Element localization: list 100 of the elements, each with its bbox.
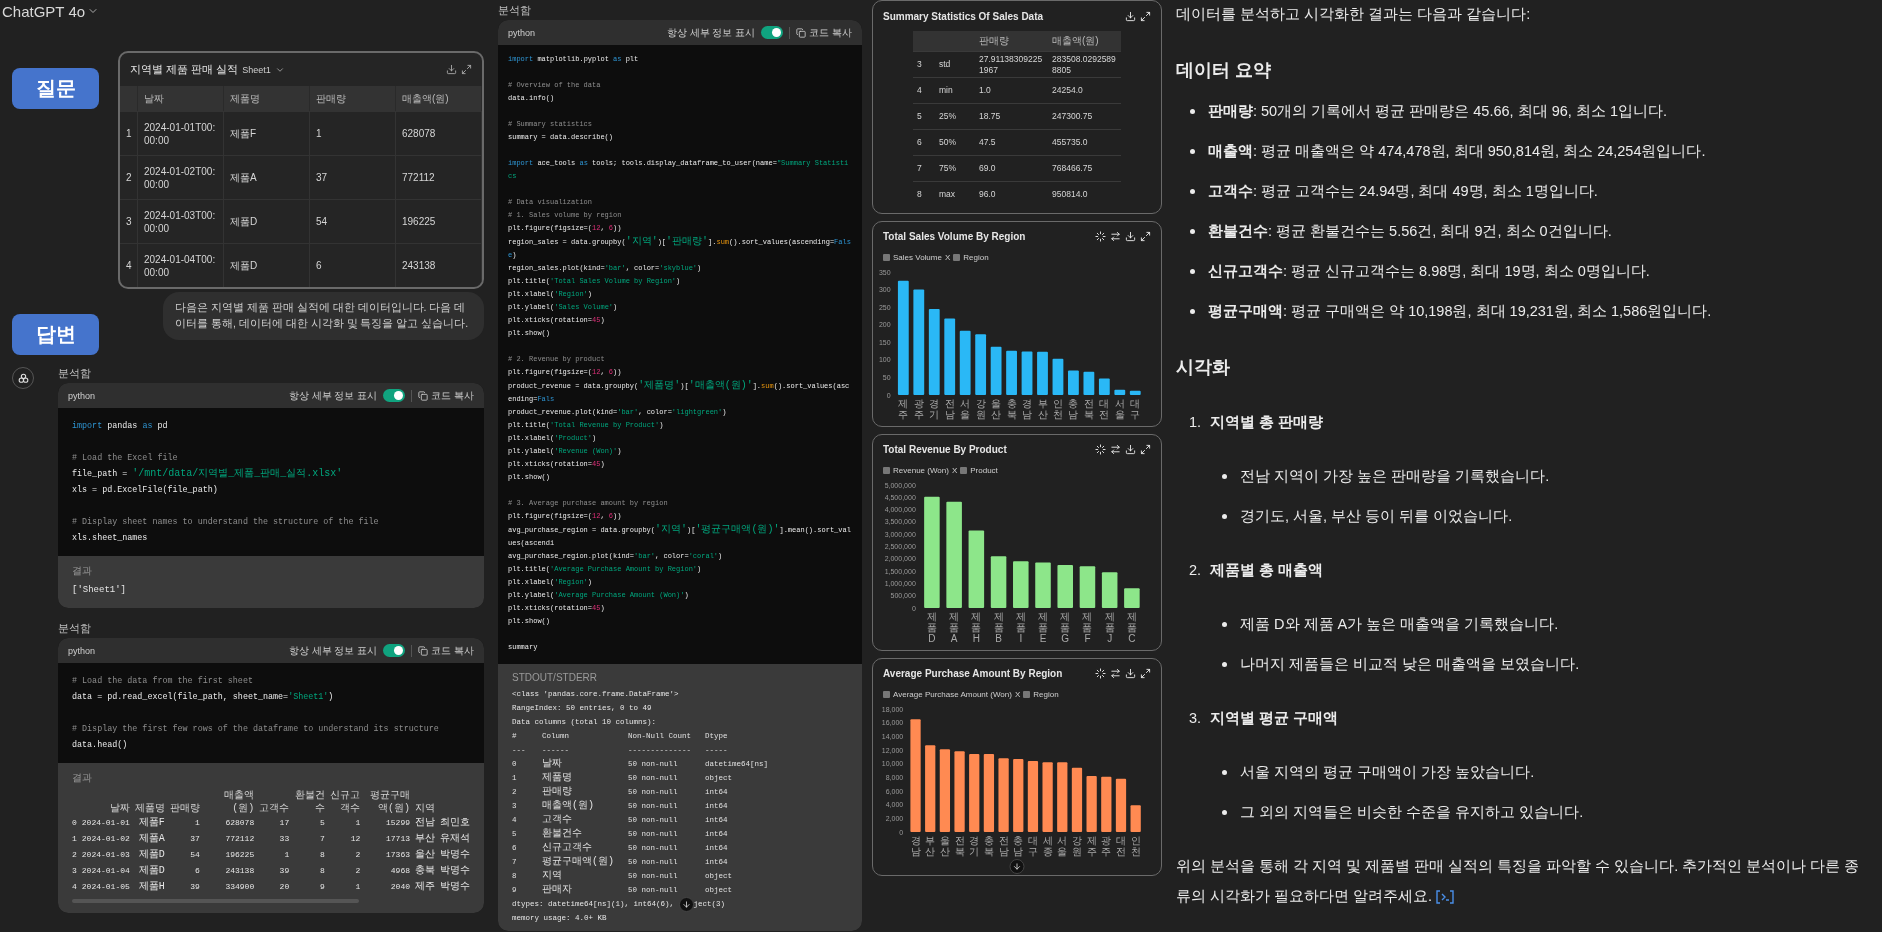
table-cell-text: 7 bbox=[319, 833, 325, 845]
axis-label: 세종 bbox=[1042, 835, 1053, 857]
column-header: 고객수 bbox=[259, 802, 290, 815]
copy-code-button[interactable]: 코드 복사 bbox=[418, 388, 474, 403]
expand-icon[interactable] bbox=[461, 64, 472, 75]
expand-icon[interactable] bbox=[1140, 667, 1151, 679]
swap-icon[interactable] bbox=[1110, 443, 1121, 455]
table-cell-text: 334900 bbox=[224, 881, 255, 893]
swap-icon[interactable] bbox=[1110, 230, 1121, 242]
table-cell: 제품D bbox=[224, 243, 310, 287]
table-cell: 1 bbox=[310, 111, 396, 155]
scroll-down-button[interactable] bbox=[678, 896, 694, 912]
axis-label: 경남 bbox=[910, 835, 921, 857]
column-header: 매출액(원) bbox=[223, 789, 255, 815]
table-cell-text: 2024-01-05 bbox=[81, 881, 130, 893]
output-text: 고객수 bbox=[542, 813, 573, 827]
axis-label: 전남 bbox=[998, 835, 1009, 857]
copy-icon bbox=[418, 645, 429, 656]
bar bbox=[1124, 588, 1140, 608]
code-line: # Load the data from the first sheet bbox=[72, 675, 254, 688]
loader-icon[interactable] bbox=[1095, 230, 1106, 242]
table-cell-text: 5 bbox=[319, 817, 325, 829]
bullet-icon bbox=[1222, 809, 1227, 815]
model-selector[interactable]: ChatGPT 4o bbox=[2, 2, 86, 20]
table-cell-text: 1 bbox=[354, 881, 361, 893]
download-icon[interactable] bbox=[1125, 10, 1136, 22]
bar bbox=[1057, 762, 1068, 832]
axis-label: 전남 bbox=[944, 398, 955, 420]
table-cell: min bbox=[935, 77, 975, 103]
swap-icon[interactable] bbox=[1110, 667, 1121, 679]
language-label: python bbox=[68, 645, 96, 656]
axis-label: 인천 bbox=[1130, 835, 1141, 857]
table-cell-text: 8 bbox=[319, 865, 325, 877]
axis-label: 경기 bbox=[929, 398, 940, 420]
expand-icon[interactable] bbox=[1140, 230, 1151, 242]
download-icon[interactable] bbox=[1125, 667, 1136, 679]
status-label: 분석함 bbox=[58, 365, 92, 381]
output-text: 매출액(원) bbox=[542, 799, 595, 813]
list-number: 3. bbox=[1189, 710, 1202, 726]
table-cell-text: 유재석 bbox=[440, 832, 470, 846]
axis-label: 제품H bbox=[971, 611, 982, 644]
axis-label: 울산 bbox=[939, 835, 950, 857]
axis-label: 경남 bbox=[1022, 398, 1033, 420]
table-cell-text: 2024-01-04 bbox=[81, 865, 130, 877]
column-header: 제품명 bbox=[134, 802, 165, 815]
table-cell-text: 3 bbox=[72, 865, 77, 877]
axis-label: 충북 bbox=[983, 835, 994, 857]
table-cell-text: 2 bbox=[354, 849, 361, 861]
table-cell-text: 제품H bbox=[137, 880, 165, 894]
expand-icon[interactable] bbox=[1140, 10, 1151, 22]
expand-icon[interactable] bbox=[1140, 443, 1151, 455]
code-line: # Load the Excel file bbox=[72, 452, 179, 465]
row-number: 6 bbox=[913, 129, 935, 155]
table-cell-text: 196225 bbox=[224, 849, 255, 861]
bar bbox=[1130, 805, 1141, 832]
axis-label: 제품B bbox=[993, 611, 1004, 644]
output-text: 신규고객수 bbox=[542, 841, 593, 855]
bullet-text: 매출액: 평균 매출액은 약 474,478원, 최대 950,814원, 최소 24,254원입니다. bbox=[1208, 141, 1706, 161]
column-header: 판매량 bbox=[169, 802, 200, 815]
code-line: import pandas as pd bbox=[72, 420, 169, 433]
chart-title: Total Revenue By Product bbox=[883, 443, 1007, 455]
download-icon[interactable] bbox=[446, 64, 457, 75]
axis-label: 부산 bbox=[925, 835, 936, 857]
scroll-down-button[interactable] bbox=[1009, 859, 1025, 874]
details-toggle[interactable] bbox=[761, 26, 784, 39]
axis-label: 대구 bbox=[1130, 398, 1141, 420]
axis-label: 대구 bbox=[1027, 835, 1038, 857]
column-header: 평균구매액(원) bbox=[369, 789, 410, 815]
table-cell: 6 bbox=[310, 243, 396, 287]
copy-code-button[interactable]: 코드 복사 bbox=[796, 25, 852, 40]
bullet-text: 고객수: 평균 고객수는 24.94명, 최대 49명, 최소 1명입니다. bbox=[1208, 181, 1598, 201]
table-cell-text: 243138 bbox=[224, 865, 255, 877]
download-icon[interactable] bbox=[1125, 230, 1136, 242]
citation-icon[interactable] bbox=[1436, 890, 1455, 905]
list-number: 1. bbox=[1189, 414, 1202, 430]
table-cell: 24254.0 bbox=[1048, 77, 1121, 103]
copy-code-button[interactable]: 코드 복사 bbox=[418, 643, 474, 658]
loader-icon[interactable] bbox=[1095, 443, 1106, 455]
list-title: 지역별 평균 구매액 bbox=[1210, 708, 1339, 728]
sheet-selector[interactable]: Sheet1 bbox=[242, 64, 271, 75]
bar bbox=[1098, 378, 1110, 395]
arrow-down-icon bbox=[1012, 862, 1022, 871]
axis-label: 전북 bbox=[954, 835, 965, 857]
table-cell-text: 15299 bbox=[385, 817, 410, 829]
axis-label: 대전 bbox=[1115, 835, 1126, 857]
column-header: 판매량 bbox=[975, 31, 1048, 51]
table-cell-text: 0 bbox=[72, 817, 77, 829]
details-toggle[interactable] bbox=[383, 389, 406, 402]
row-number: 8 bbox=[913, 181, 935, 207]
row-number: 2 bbox=[120, 155, 138, 199]
table-cell: 제품F bbox=[224, 111, 310, 155]
table-cell-text: 772112 bbox=[224, 833, 255, 845]
bar bbox=[959, 330, 971, 395]
table-cell-text: 전남 bbox=[415, 816, 435, 830]
bar bbox=[1037, 351, 1048, 395]
loader-icon[interactable] bbox=[1095, 667, 1106, 679]
axis-label: 충남 bbox=[1013, 835, 1024, 857]
details-toggle[interactable] bbox=[383, 644, 406, 657]
download-icon[interactable] bbox=[1125, 443, 1136, 455]
row-number: 3 bbox=[913, 51, 935, 77]
